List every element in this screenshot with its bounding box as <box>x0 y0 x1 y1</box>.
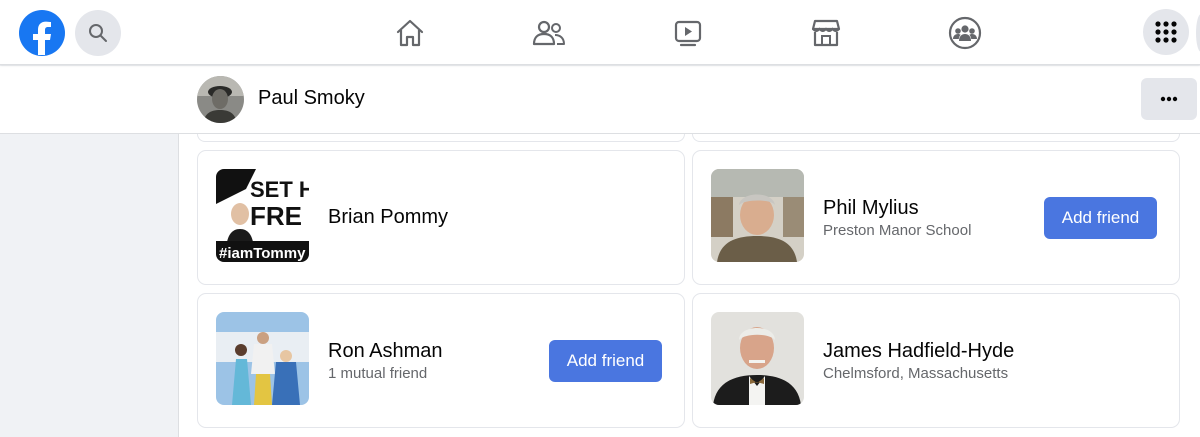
friend-card-partial <box>692 134 1180 142</box>
friend-card: SET H FRE #iamTommy Brian Pommy <box>197 150 685 285</box>
friend-card: James Hadfield-Hyde Chelmsford, Massachu… <box>692 293 1180 428</box>
menu-button[interactable] <box>1143 9 1189 55</box>
friends-icon[interactable] <box>529 14 569 52</box>
svg-text:FRE: FRE <box>250 201 302 231</box>
more-dots-icon <box>1160 96 1178 102</box>
friend-card-partial <box>197 134 685 142</box>
left-gutter <box>0 134 178 437</box>
friend-name[interactable]: James Hadfield-Hyde <box>823 340 1014 363</box>
svg-text:SET H: SET H <box>250 177 309 202</box>
friend-subtitle: Chelmsford, Massachusetts <box>823 364 1009 382</box>
friend-photo[interactable] <box>711 169 804 262</box>
friend-info: James Hadfield-Hyde Chelmsford, Massachu… <box>823 294 1014 427</box>
friends-list: SET H FRE #iamTommy Brian Pommy Phil Myl… <box>178 134 1200 437</box>
friend-name[interactable]: Phil Mylius <box>823 197 971 220</box>
more-options-button[interactable] <box>1141 78 1197 120</box>
search-button[interactable] <box>75 10 121 56</box>
add-friend-button[interactable]: Add friend <box>549 340 662 382</box>
search-icon <box>89 24 107 42</box>
friend-name[interactable]: Brian Pommy <box>328 206 448 229</box>
svg-text:#iamTommy: #iamTommy <box>219 245 306 262</box>
friend-info: Ron Ashman 1 mutual friend <box>328 294 443 427</box>
add-friend-button[interactable]: Add friend <box>1044 197 1157 239</box>
friend-card: Phil Mylius Preston Manor School Add fri… <box>692 150 1180 285</box>
profile-avatar[interactable] <box>197 76 244 123</box>
friend-subtitle: Preston Manor School <box>823 221 972 239</box>
profile-header: Paul Smoky <box>0 66 1200 134</box>
account-button-edge[interactable] <box>1196 14 1200 52</box>
profile-name[interactable]: Paul Smoky <box>258 87 365 110</box>
friend-photo[interactable] <box>216 312 309 405</box>
grid-menu-icon <box>1155 21 1177 43</box>
watch-icon[interactable] <box>668 14 708 52</box>
marketplace-icon[interactable] <box>806 14 846 52</box>
friend-photo[interactable] <box>711 312 804 405</box>
home-icon[interactable] <box>390 14 430 52</box>
friend-card: Ron Ashman 1 mutual friend Add friend <box>197 293 685 428</box>
friend-subtitle[interactable]: 1 mutual friend <box>328 365 443 382</box>
friend-name[interactable]: Ron Ashman <box>328 340 443 363</box>
facebook-logo[interactable] <box>18 9 66 57</box>
groups-icon[interactable] <box>945 14 985 52</box>
top-navigation <box>0 0 1200 65</box>
friend-photo[interactable]: SET H FRE #iamTommy <box>216 169 309 262</box>
friend-info: Brian Pommy <box>328 151 448 284</box>
friend-info: Phil Mylius Preston Manor School <box>823 151 971 284</box>
